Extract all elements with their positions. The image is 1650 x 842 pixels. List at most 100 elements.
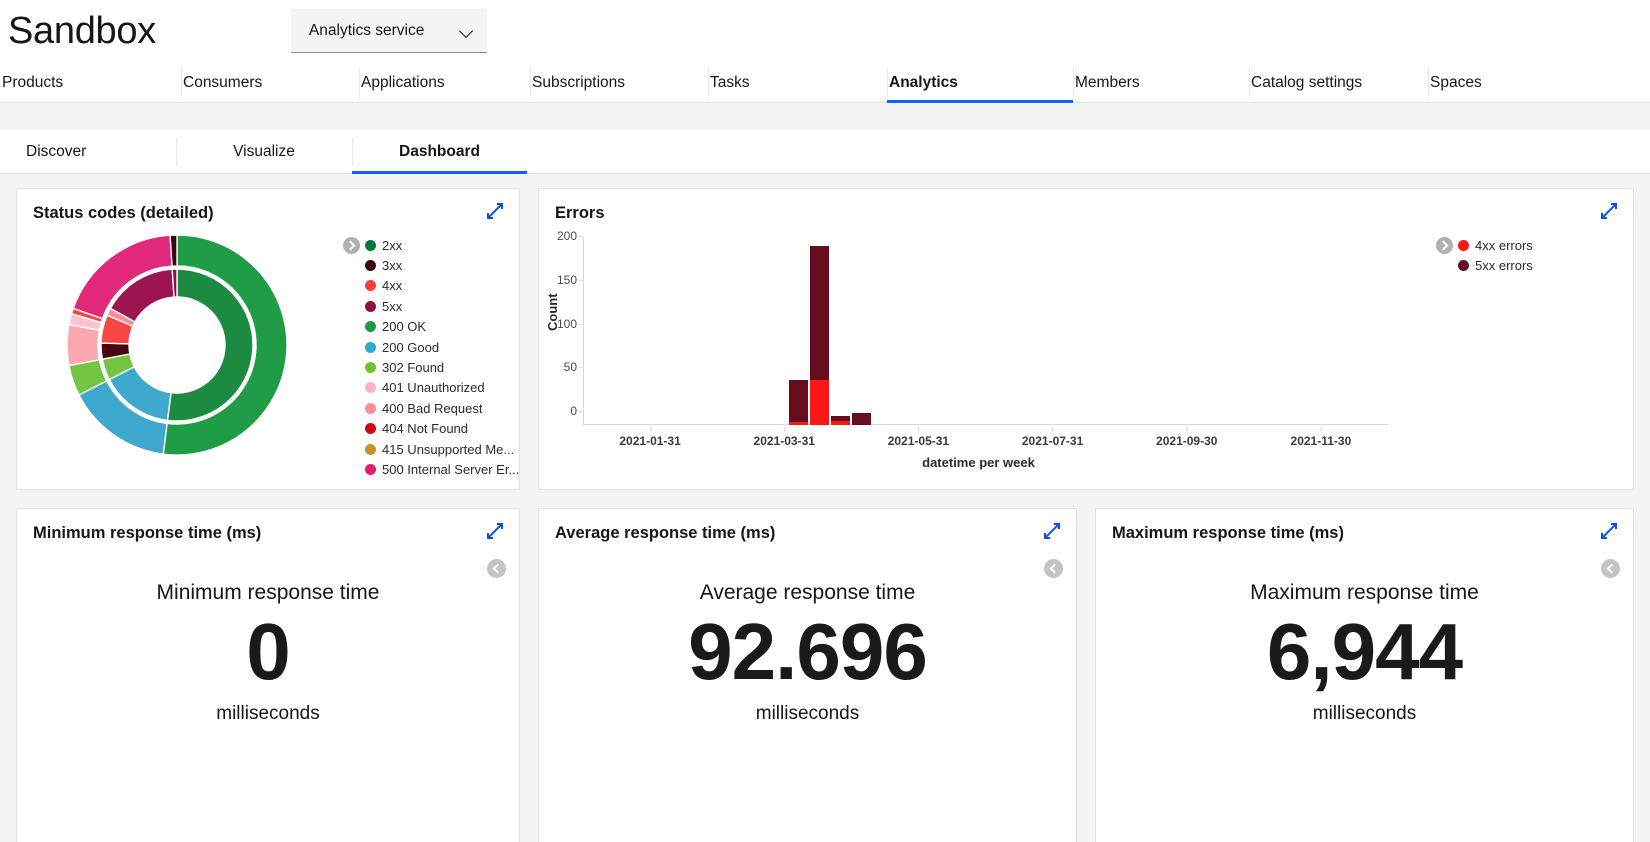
x-axis-tick-label: 2021-09-30	[1156, 427, 1217, 448]
bar-segment[interactable]	[789, 380, 808, 422]
metric-unit-maximum: milliseconds	[1312, 702, 1417, 724]
nav-item-catalog-settings[interactable]: Catalog settings	[1249, 62, 1428, 103]
nav-item-label: Products	[2, 73, 64, 91]
chevron-left-circle-icon[interactable]	[487, 559, 507, 579]
chevron-left-circle-icon[interactable]	[1044, 559, 1064, 579]
bar-group[interactable]	[789, 380, 808, 425]
legend-color-swatch	[365, 402, 376, 414]
legend-color-swatch	[365, 423, 376, 435]
page-title: Sandbox	[8, 10, 156, 52]
legend-item[interactable]: 4xx errors	[1458, 235, 1633, 255]
donut-slice[interactable]	[169, 234, 178, 267]
expand-icon[interactable]	[1042, 521, 1062, 541]
legend-item[interactable]: 400 Bad Request	[365, 398, 519, 418]
legend-item[interactable]: 5xx	[365, 296, 519, 316]
panel-status-codes: Status codes (detailed) 2xx 3xx 4xx 5xx 200 …	[16, 188, 520, 490]
legend-item[interactable]: 500 Internal Server Er...	[365, 459, 519, 475]
legend-label: 4xx	[382, 278, 403, 294]
tab-dashboard[interactable]: Dashboard	[352, 130, 527, 174]
legend-item[interactable]: 5xx errors	[1458, 255, 1633, 275]
nav-divider	[1249, 68, 1250, 97]
nav-item-members[interactable]: Members	[1073, 62, 1249, 103]
bar-segment[interactable]	[830, 420, 850, 425]
bar-group[interactable]	[830, 416, 850, 425]
legend-item[interactable]: 200 OK	[365, 317, 519, 337]
bar-segment[interactable]	[851, 412, 871, 425]
nav-item-subscriptions[interactable]: Subscriptions	[530, 62, 708, 103]
legend-item[interactable]: 404 Not Found	[365, 419, 519, 439]
y-axis-tickmark	[579, 279, 583, 281]
tab-label: Visualize	[233, 143, 295, 160]
x-axis-tickmark	[918, 427, 920, 432]
panel-title-minimum-response-time: Minimum response time (ms)	[33, 524, 262, 542]
bar-group[interactable]	[810, 245, 829, 425]
legend-item[interactable]: 3xx	[365, 255, 519, 275]
legend-item[interactable]: 401 Unauthorized	[365, 378, 519, 398]
panel-title-errors: Errors	[555, 204, 605, 222]
nav-divider	[359, 68, 360, 97]
legend-label: 4xx errors	[1475, 237, 1533, 253]
tab-visualize[interactable]: Visualize	[176, 130, 352, 174]
donut-slice[interactable]	[66, 323, 101, 367]
expand-icon[interactable]	[1599, 521, 1619, 541]
bar-segment[interactable]	[789, 421, 808, 425]
y-axis-tick-label: 50	[564, 360, 583, 374]
service-selector[interactable]: Analytics service	[290, 9, 487, 53]
legend-color-swatch	[365, 300, 376, 312]
x-axis-tick-label: 2021-01-31	[619, 427, 681, 448]
legend-item[interactable]: 302 Found	[365, 357, 519, 377]
nav-item-products[interactable]: Products	[0, 62, 181, 103]
legend-item[interactable]: 415 Unsupported Me...	[365, 439, 519, 459]
panel-title-status-codes: Status codes (detailed)	[33, 204, 214, 222]
metric-body-average: Average response time 92.696 millisecond…	[539, 543, 1076, 725]
bar-segment[interactable]	[810, 379, 829, 425]
expand-icon[interactable]	[485, 521, 505, 541]
nav-item-label: Tasks	[710, 73, 750, 91]
nav-divider	[708, 68, 709, 97]
x-axis-tickmark	[650, 427, 652, 432]
legend-color-swatch	[365, 443, 376, 455]
legend-label: 200 OK	[382, 319, 427, 335]
legend-label: 200 Good	[382, 339, 440, 355]
bar-segment[interactable]	[810, 245, 829, 380]
legend-scroll-right-icon[interactable]	[343, 237, 360, 254]
metric-value-average: 92.696	[688, 607, 928, 696]
legend-label: 400 Bad Request	[382, 400, 483, 416]
nav-item-applications[interactable]: Applications	[359, 62, 530, 103]
errors-plot-area: 0 50 100 150 200 2021-01-31 2021-03-31 2021-05-…	[557, 229, 1388, 448]
nav-item-spaces[interactable]: Spaces	[1428, 62, 1558, 103]
nav-item-label: Consumers	[183, 73, 263, 91]
nav-item-tasks[interactable]: Tasks	[708, 62, 887, 103]
x-axis-tickmark	[784, 427, 786, 432]
donut-legend: 2xx 3xx 4xx 5xx 200 OK 200 Good 302 Found 401 U…	[337, 223, 519, 475]
expand-icon[interactable]	[1599, 201, 1619, 221]
legend-color-swatch	[365, 239, 376, 251]
expand-icon[interactable]	[485, 201, 505, 221]
metric-value-maximum: 6,944	[1266, 607, 1463, 696]
sub-nav: Discover Visualize Dashboard	[0, 130, 1650, 174]
legend-scroll-right-icon[interactable]	[1436, 237, 1453, 254]
chevron-left-circle-icon[interactable]	[1601, 559, 1621, 579]
app-header: Sandbox Analytics service	[0, 0, 1650, 62]
errors-x-axis-title: datetime per week	[922, 455, 1035, 470]
metric-unit-average: milliseconds	[755, 702, 860, 724]
legend-label: 5xx	[382, 298, 403, 314]
legend-color-swatch	[365, 463, 376, 475]
tab-label: Dashboard	[399, 143, 480, 160]
metric-label-maximum: Maximum response time	[1250, 581, 1479, 604]
y-axis-tick-label: 150	[557, 273, 583, 287]
nav-item-consumers[interactable]: Consumers	[181, 62, 359, 103]
donut-legend-list: 2xx 3xx 4xx 5xx 200 OK 200 Good 302 Found 401 U…	[337, 235, 519, 475]
nav-item-label: Catalog settings	[1251, 73, 1363, 91]
legend-color-swatch	[1458, 239, 1469, 251]
tab-label: Discover	[26, 143, 87, 160]
legend-item[interactable]: 2xx	[365, 235, 519, 255]
bar-group[interactable]	[851, 412, 871, 425]
legend-item[interactable]: 4xx	[365, 276, 519, 296]
legend-item[interactable]: 200 Good	[365, 337, 519, 357]
nav-item-analytics[interactable]: Analytics	[887, 62, 1073, 103]
metric-body-maximum: Maximum response time 6,944 milliseconds	[1096, 543, 1633, 725]
nav-item-label: Spaces	[1430, 73, 1482, 91]
tab-discover[interactable]: Discover	[0, 130, 176, 174]
chevron-down-icon	[461, 25, 473, 37]
